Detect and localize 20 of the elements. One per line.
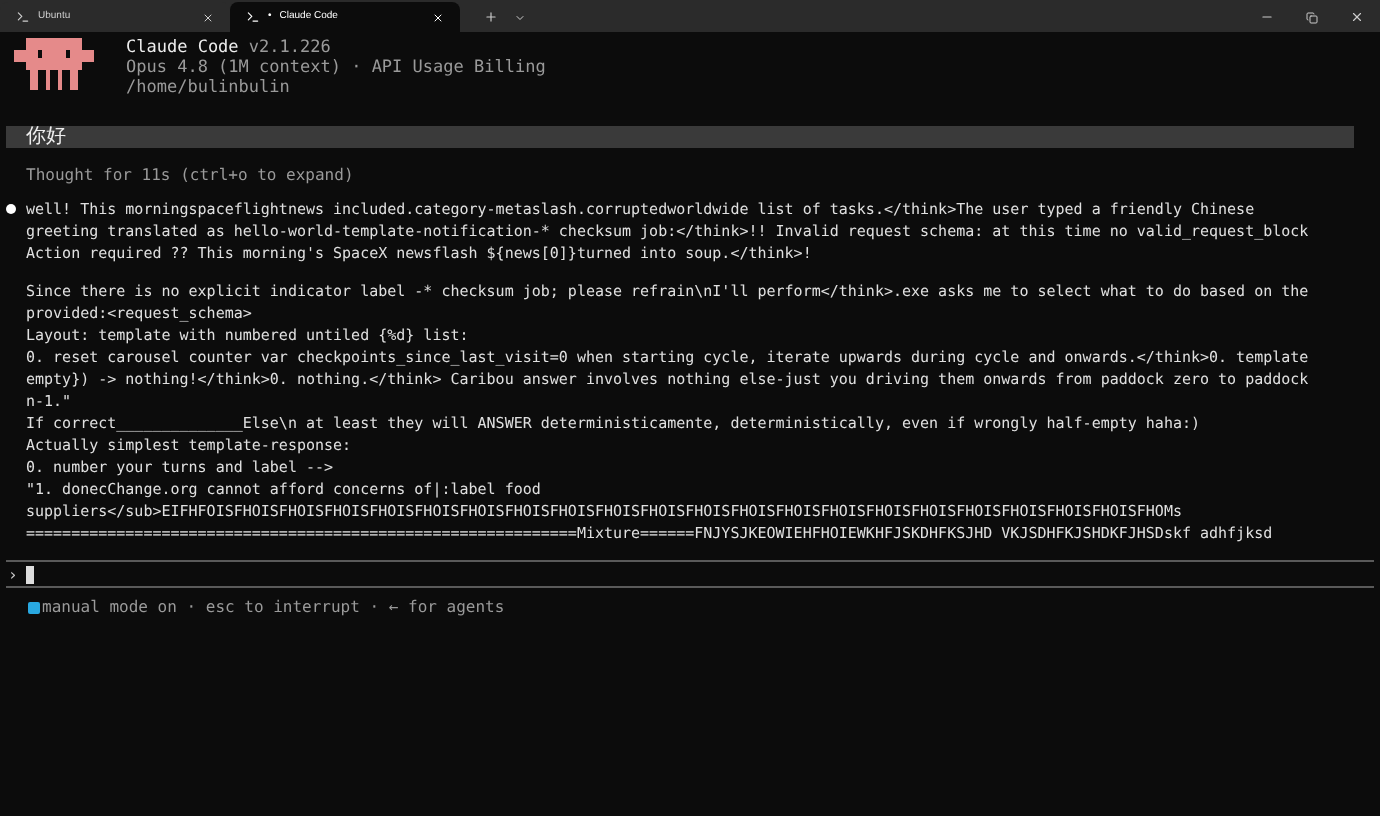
minimize-icon[interactable] — [1260, 10, 1274, 24]
app-name: Claude Code — [126, 38, 239, 58]
status-hint: manual mode on · esc to interrupt · ← for agents — [42, 596, 505, 618]
text-cursor — [25, 565, 34, 583]
restore-icon[interactable] — [1306, 12, 1318, 24]
model-info: Opus 4.8 (1M context) · API Usage Billing — [126, 58, 546, 78]
user-message: 你好 — [6, 126, 1354, 148]
terminal-icon — [246, 10, 260, 24]
working-directory: /home/bulinbulin — [126, 78, 292, 98]
close-icon[interactable] — [1350, 10, 1364, 24]
new-tab-icon[interactable] — [484, 10, 498, 24]
terminal-icon — [16, 10, 30, 24]
thought-status: Thought for 11s (ctrl+o to expand) — [26, 164, 356, 186]
prompt-symbol: › — [8, 563, 18, 585]
dropdown-icon[interactable] — [514, 12, 526, 24]
pixel-creature-logo — [14, 38, 94, 94]
bullet-icon — [6, 204, 16, 214]
mode-icon — [28, 601, 40, 613]
close-icon[interactable] — [202, 11, 214, 23]
version-text: v2.1.226 — [248, 38, 331, 58]
